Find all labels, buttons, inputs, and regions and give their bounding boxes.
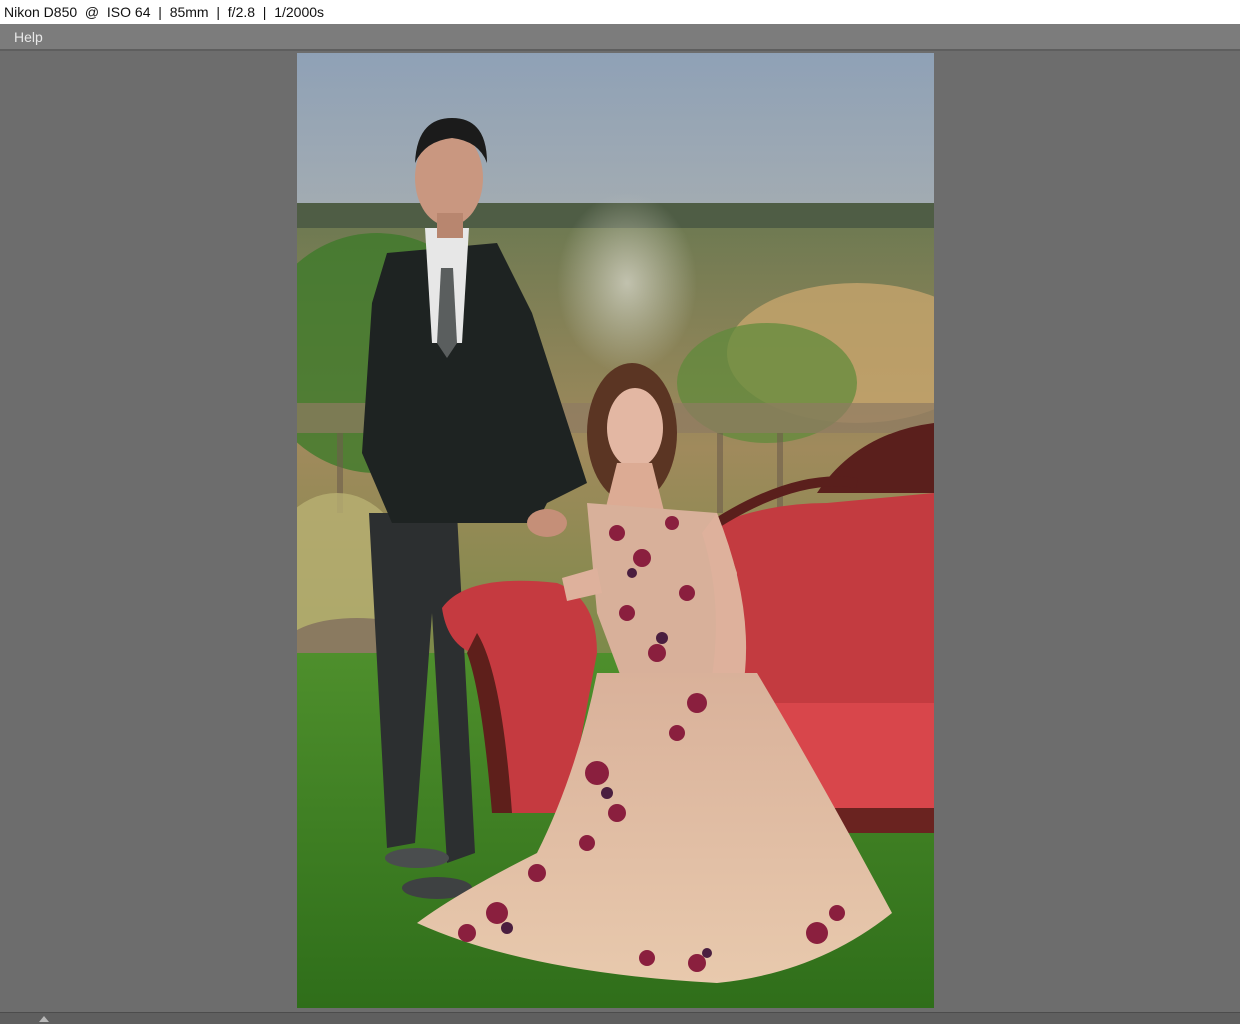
menu-help[interactable]: Help <box>7 24 50 49</box>
chevron-up-icon[interactable] <box>39 1016 49 1022</box>
menu-bar: Help <box>0 24 1240 51</box>
photo-canvas <box>0 51 1240 1012</box>
window-title: Nikon D850 @ ISO 64 | 85mm | f/2.8 | 1/2… <box>0 0 1240 24</box>
photo-image <box>297 53 934 1008</box>
photo-preview[interactable] <box>297 53 934 1008</box>
bottom-panel-bar <box>0 1012 1240 1024</box>
